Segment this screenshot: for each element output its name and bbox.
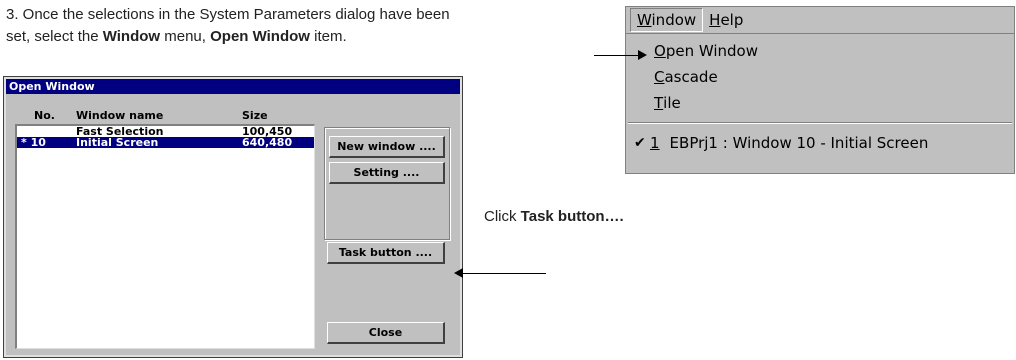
checkmark-icon: ✔ <box>634 135 646 151</box>
list-item-selected[interactable]: * 10 Initial Screen 640,480 <box>17 137 314 148</box>
arrow-line-task-button <box>462 273 546 274</box>
menu-help[interactable]: Help <box>703 9 749 31</box>
menu-item-window-1[interactable]: ✔ 1 EBPrj1 : Window 10 - Initial Screen <box>626 130 1014 156</box>
arrow-right-icon <box>638 50 647 60</box>
column-header-size: Size <box>242 109 268 122</box>
new-window-button[interactable]: New window .... <box>329 136 445 158</box>
task-button[interactable]: Task button .... <box>327 242 445 264</box>
menu-bar: Window Help <box>626 7 1014 34</box>
window-menu-dropdown: Open Window Cascade Tile ✔ 1 EBPrj1 : Wi… <box>626 34 1014 156</box>
menu-window[interactable]: Window <box>630 8 704 32</box>
instruction-line-1: 3. Once the selections in the System Par… <box>6 6 450 23</box>
setting-button[interactable]: Setting .... <box>329 162 445 184</box>
open-window-dialog: Open Window No. Window name Size Fast Se… <box>3 76 463 358</box>
menu-item-tile[interactable]: Tile <box>626 90 1014 116</box>
instruction-line-2: set, select the Window menu, Open Window… <box>6 28 347 45</box>
instruction-text: 3. Once the selections in the System Par… <box>6 4 606 48</box>
menu-item-cascade[interactable]: Cascade <box>626 64 1014 90</box>
click-instruction: Click Task button…. <box>484 208 624 225</box>
column-header-no: No. <box>34 109 55 122</box>
arrow-line-open-window <box>594 55 640 56</box>
close-button[interactable]: Close <box>327 322 445 344</box>
window-menu-screenshot: Window Help Open Window Cascade Tile ✔ 1… <box>625 6 1015 174</box>
menu-separator <box>628 122 1012 124</box>
dialog-title: Open Window <box>6 79 460 94</box>
window-list[interactable]: Fast Selection 100,450 * 10 Initial Scre… <box>15 124 315 349</box>
menu-item-open-window[interactable]: Open Window <box>626 38 1014 64</box>
column-header-window-name: Window name <box>76 109 164 122</box>
